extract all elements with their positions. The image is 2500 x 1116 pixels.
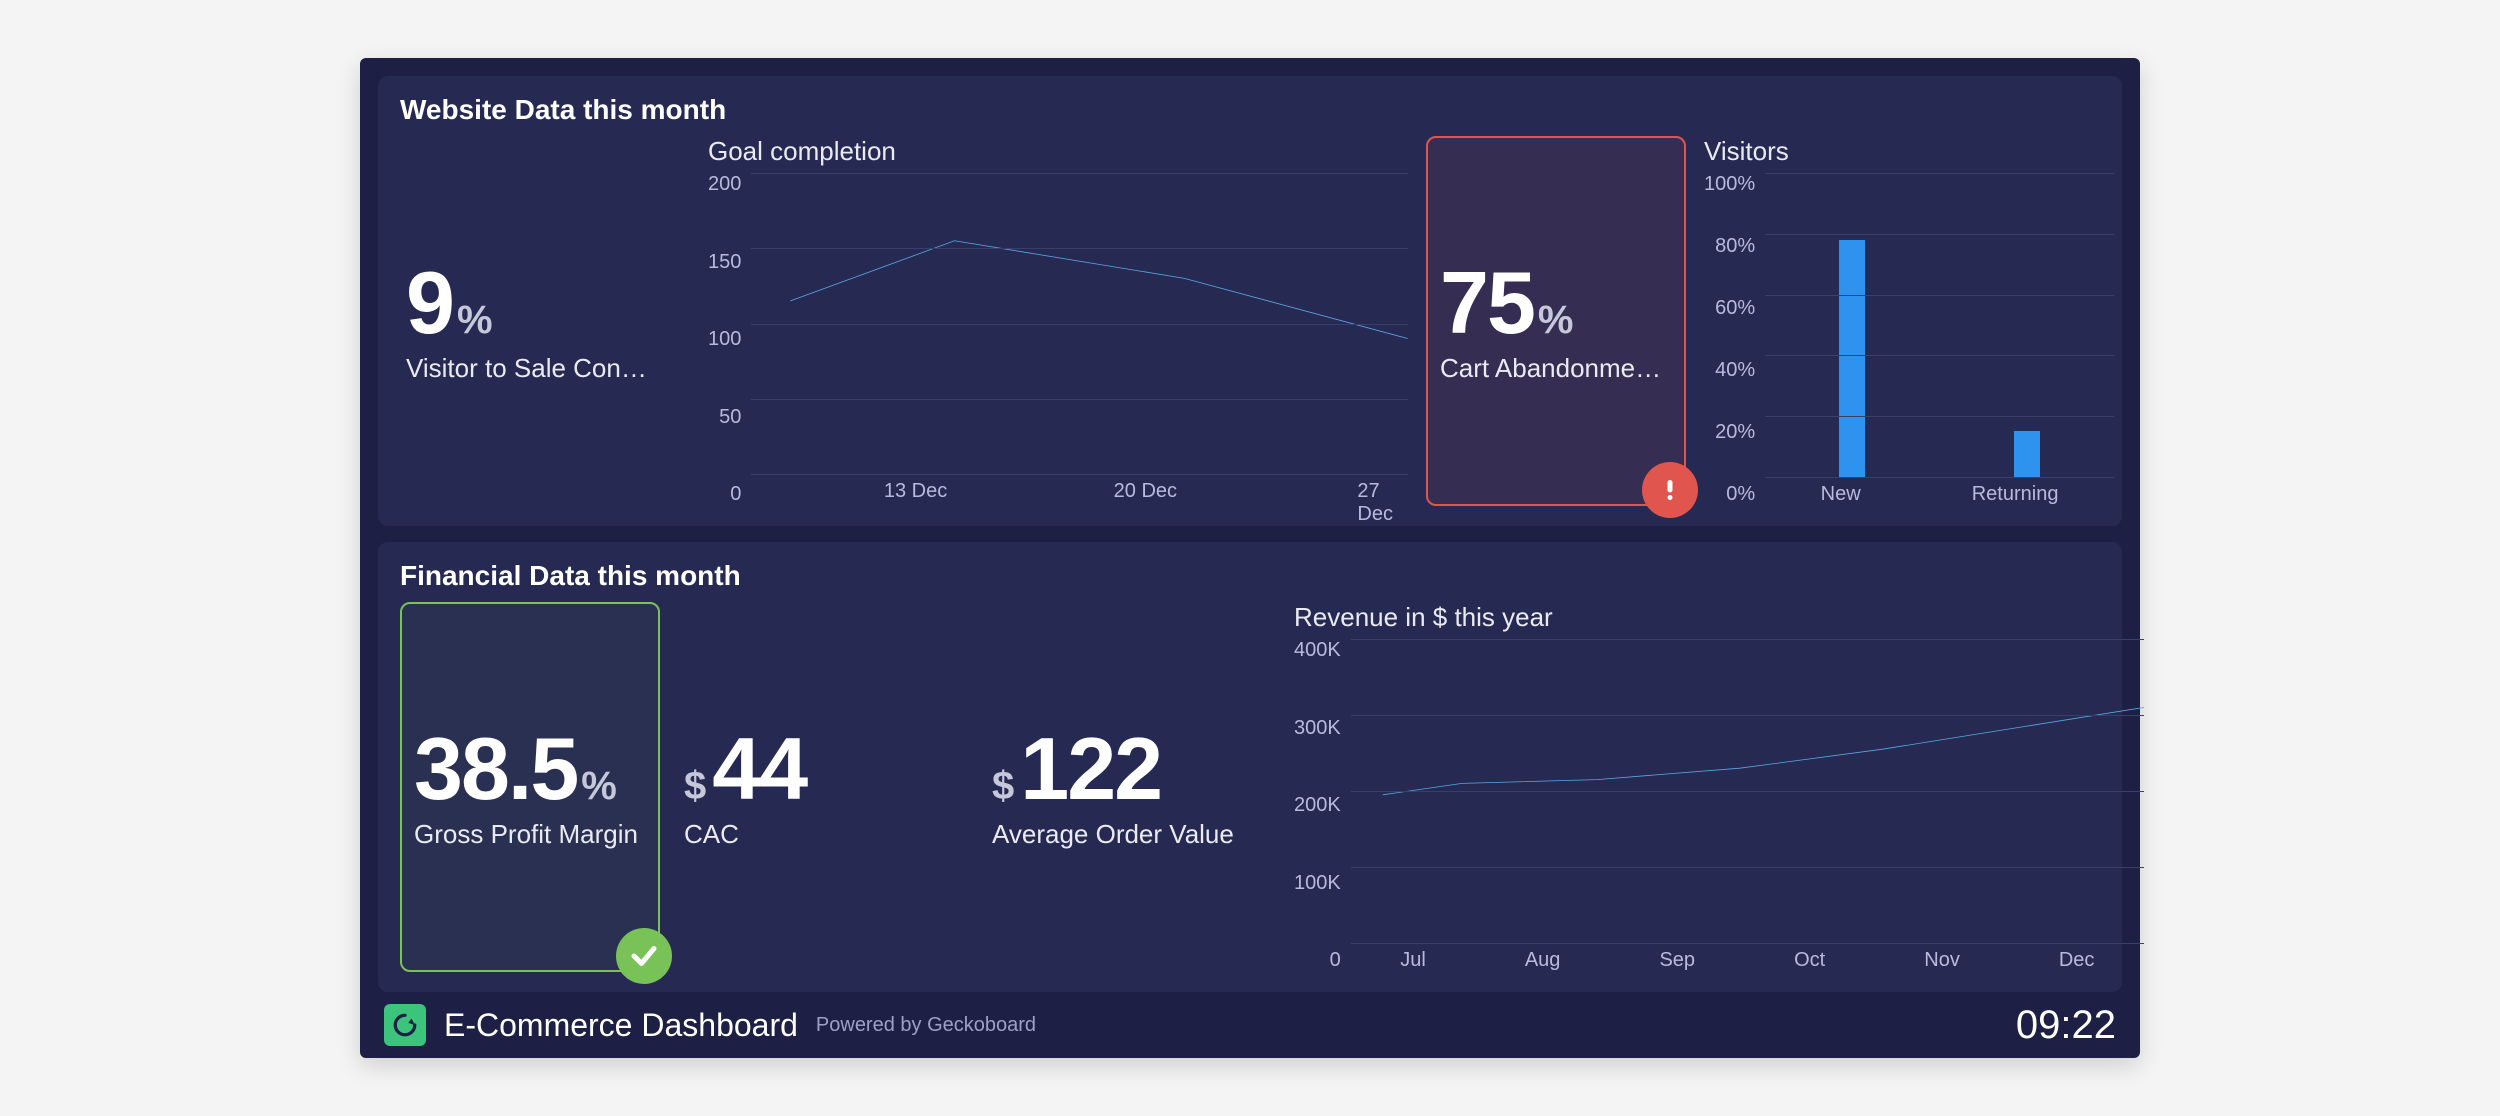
aov-stat: $122 Average Order Value — [986, 602, 1276, 972]
margin-stat: 38.5% Gross Profit Margin — [400, 602, 660, 972]
goal-chart-title: Goal completion — [708, 136, 1408, 167]
goal-completion-chart: Goal completion 200150100500 13 Dec20 De… — [708, 136, 1408, 506]
revenue-chart: Revenue in $ this year 400K300K200K100K0… — [1294, 602, 2144, 972]
conversion-label: Visitor to Sale Con… — [406, 353, 684, 384]
goal-plot-area — [751, 173, 1408, 474]
aov-prefix: $ — [992, 764, 1014, 808]
visitors-chart: Visitors 100%80%60%40%20%0% NewReturning — [1704, 136, 2114, 506]
visitors-y-axis: 100%80%60%40%20%0% — [1704, 173, 1765, 506]
check-icon — [616, 928, 672, 984]
cac-prefix: $ — [684, 764, 706, 808]
bar — [2014, 431, 2040, 477]
aov-value: 122 — [1020, 719, 1161, 818]
revenue-y-axis: 400K300K200K100K0 — [1294, 639, 1351, 972]
logo-icon — [384, 1004, 426, 1046]
cac-value: 44 — [712, 719, 806, 818]
goal-x-axis: 13 Dec20 Dec27 Dec — [751, 480, 1408, 506]
financial-panel-title: Financial Data this month — [400, 560, 2100, 592]
revenue-x-axis: JulAugSepOctNovDec — [1351, 949, 2144, 972]
dashboard-title: E-Commerce Dashboard — [444, 1007, 798, 1044]
cac-label: CAC — [684, 819, 962, 850]
conversion-value: 9 — [406, 253, 453, 352]
powered-by: Powered by Geckoboard — [816, 1014, 1036, 1037]
aov-label: Average Order Value — [992, 819, 1270, 850]
conversion-stat: 9% Visitor to Sale Con… — [400, 136, 690, 506]
revenue-plot-area — [1351, 639, 2144, 943]
abandonment-unit: % — [1538, 298, 1574, 342]
clock: 09:22 — [2016, 1003, 2116, 1048]
cac-stat: $44 CAC — [678, 602, 968, 972]
margin-unit: % — [581, 764, 617, 808]
conversion-unit: % — [457, 298, 493, 342]
margin-value: 38.5 — [414, 719, 577, 818]
website-panel: Website Data this month 9% Visitor to Sa… — [378, 76, 2122, 526]
abandonment-label: Cart Abandonmen… — [1440, 353, 1672, 384]
revenue-chart-title: Revenue in $ this year — [1294, 602, 2144, 633]
visitors-plot-area — [1765, 173, 2114, 477]
alert-icon — [1642, 462, 1698, 518]
abandonment-value: 75 — [1440, 253, 1534, 352]
footer: E-Commerce Dashboard Powered by Geckoboa… — [378, 992, 2122, 1058]
bar — [1839, 240, 1865, 477]
dashboard: Website Data this month 9% Visitor to Sa… — [360, 58, 2140, 1058]
visitors-chart-title: Visitors — [1704, 136, 2114, 167]
website-panel-title: Website Data this month — [400, 94, 2100, 126]
goal-y-axis: 200150100500 — [708, 173, 751, 506]
cart-abandonment-stat: 75% Cart Abandonmen… — [1426, 136, 1686, 506]
margin-label: Gross Profit Margin — [414, 819, 646, 850]
financial-panel: Financial Data this month 38.5% Gross Pr… — [378, 542, 2122, 992]
visitors-x-axis: NewReturning — [1765, 483, 2114, 506]
